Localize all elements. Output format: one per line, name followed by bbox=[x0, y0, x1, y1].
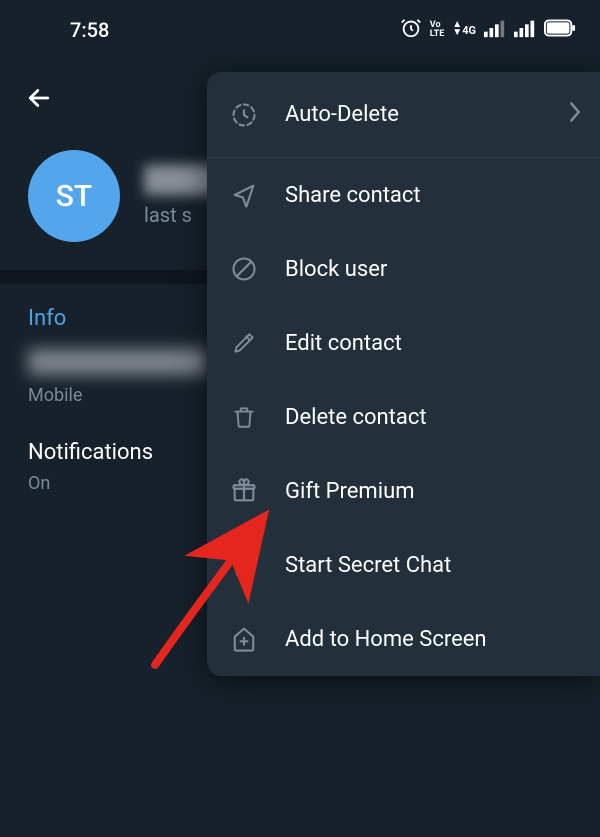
menu-label: Delete contact bbox=[285, 405, 582, 430]
lock-icon bbox=[229, 550, 259, 580]
network-4g-icon: ▲▼4G bbox=[452, 24, 476, 37]
menu-label: Block user bbox=[285, 257, 582, 282]
status-bar: 7:58 VoLTE ▲▼4G bbox=[0, 0, 600, 60]
arrow-left-icon bbox=[24, 83, 54, 113]
menu-block-user[interactable]: Block user bbox=[207, 232, 600, 306]
back-button[interactable] bbox=[8, 67, 70, 133]
status-time: 7:58 bbox=[70, 18, 109, 42]
volte-icon: VoLTE bbox=[430, 21, 445, 39]
menu-auto-delete[interactable]: Auto-Delete bbox=[207, 72, 600, 158]
menu-add-home-screen[interactable]: Add to Home Screen bbox=[207, 602, 600, 676]
menu-delete-contact[interactable]: Delete contact bbox=[207, 380, 600, 454]
battery-icon bbox=[544, 18, 576, 42]
menu-label: Add to Home Screen bbox=[285, 627, 582, 652]
menu-label: Edit contact bbox=[285, 331, 582, 356]
signal-icon-2 bbox=[514, 18, 536, 43]
phone-redacted[interactable] bbox=[28, 349, 208, 375]
menu-gift-premium[interactable]: Gift Premium bbox=[207, 454, 600, 528]
signal-icon bbox=[484, 18, 506, 43]
menu-label: Gift Premium bbox=[285, 479, 582, 504]
timer-icon bbox=[229, 100, 259, 130]
menu-label: Share contact bbox=[285, 183, 582, 208]
menu-edit-contact[interactable]: Edit contact bbox=[207, 306, 600, 380]
pencil-icon bbox=[229, 328, 259, 358]
trash-icon bbox=[229, 402, 259, 432]
avatar[interactable]: ST bbox=[28, 150, 120, 242]
menu-label: Start Secret Chat bbox=[285, 553, 582, 578]
status-right: VoLTE ▲▼4G bbox=[400, 17, 576, 44]
menu-label: Auto-Delete bbox=[285, 102, 542, 127]
alarm-icon bbox=[400, 17, 422, 44]
gift-icon bbox=[229, 476, 259, 506]
context-menu: Auto-Delete Share contact Block user Edi… bbox=[207, 72, 600, 676]
chevron-right-icon bbox=[568, 101, 582, 129]
block-icon bbox=[229, 254, 259, 284]
avatar-initials: ST bbox=[56, 179, 92, 214]
home-plus-icon bbox=[229, 624, 259, 654]
share-icon bbox=[229, 180, 259, 210]
menu-share-contact[interactable]: Share contact bbox=[207, 158, 600, 232]
menu-start-secret-chat[interactable]: Start Secret Chat bbox=[207, 528, 600, 602]
